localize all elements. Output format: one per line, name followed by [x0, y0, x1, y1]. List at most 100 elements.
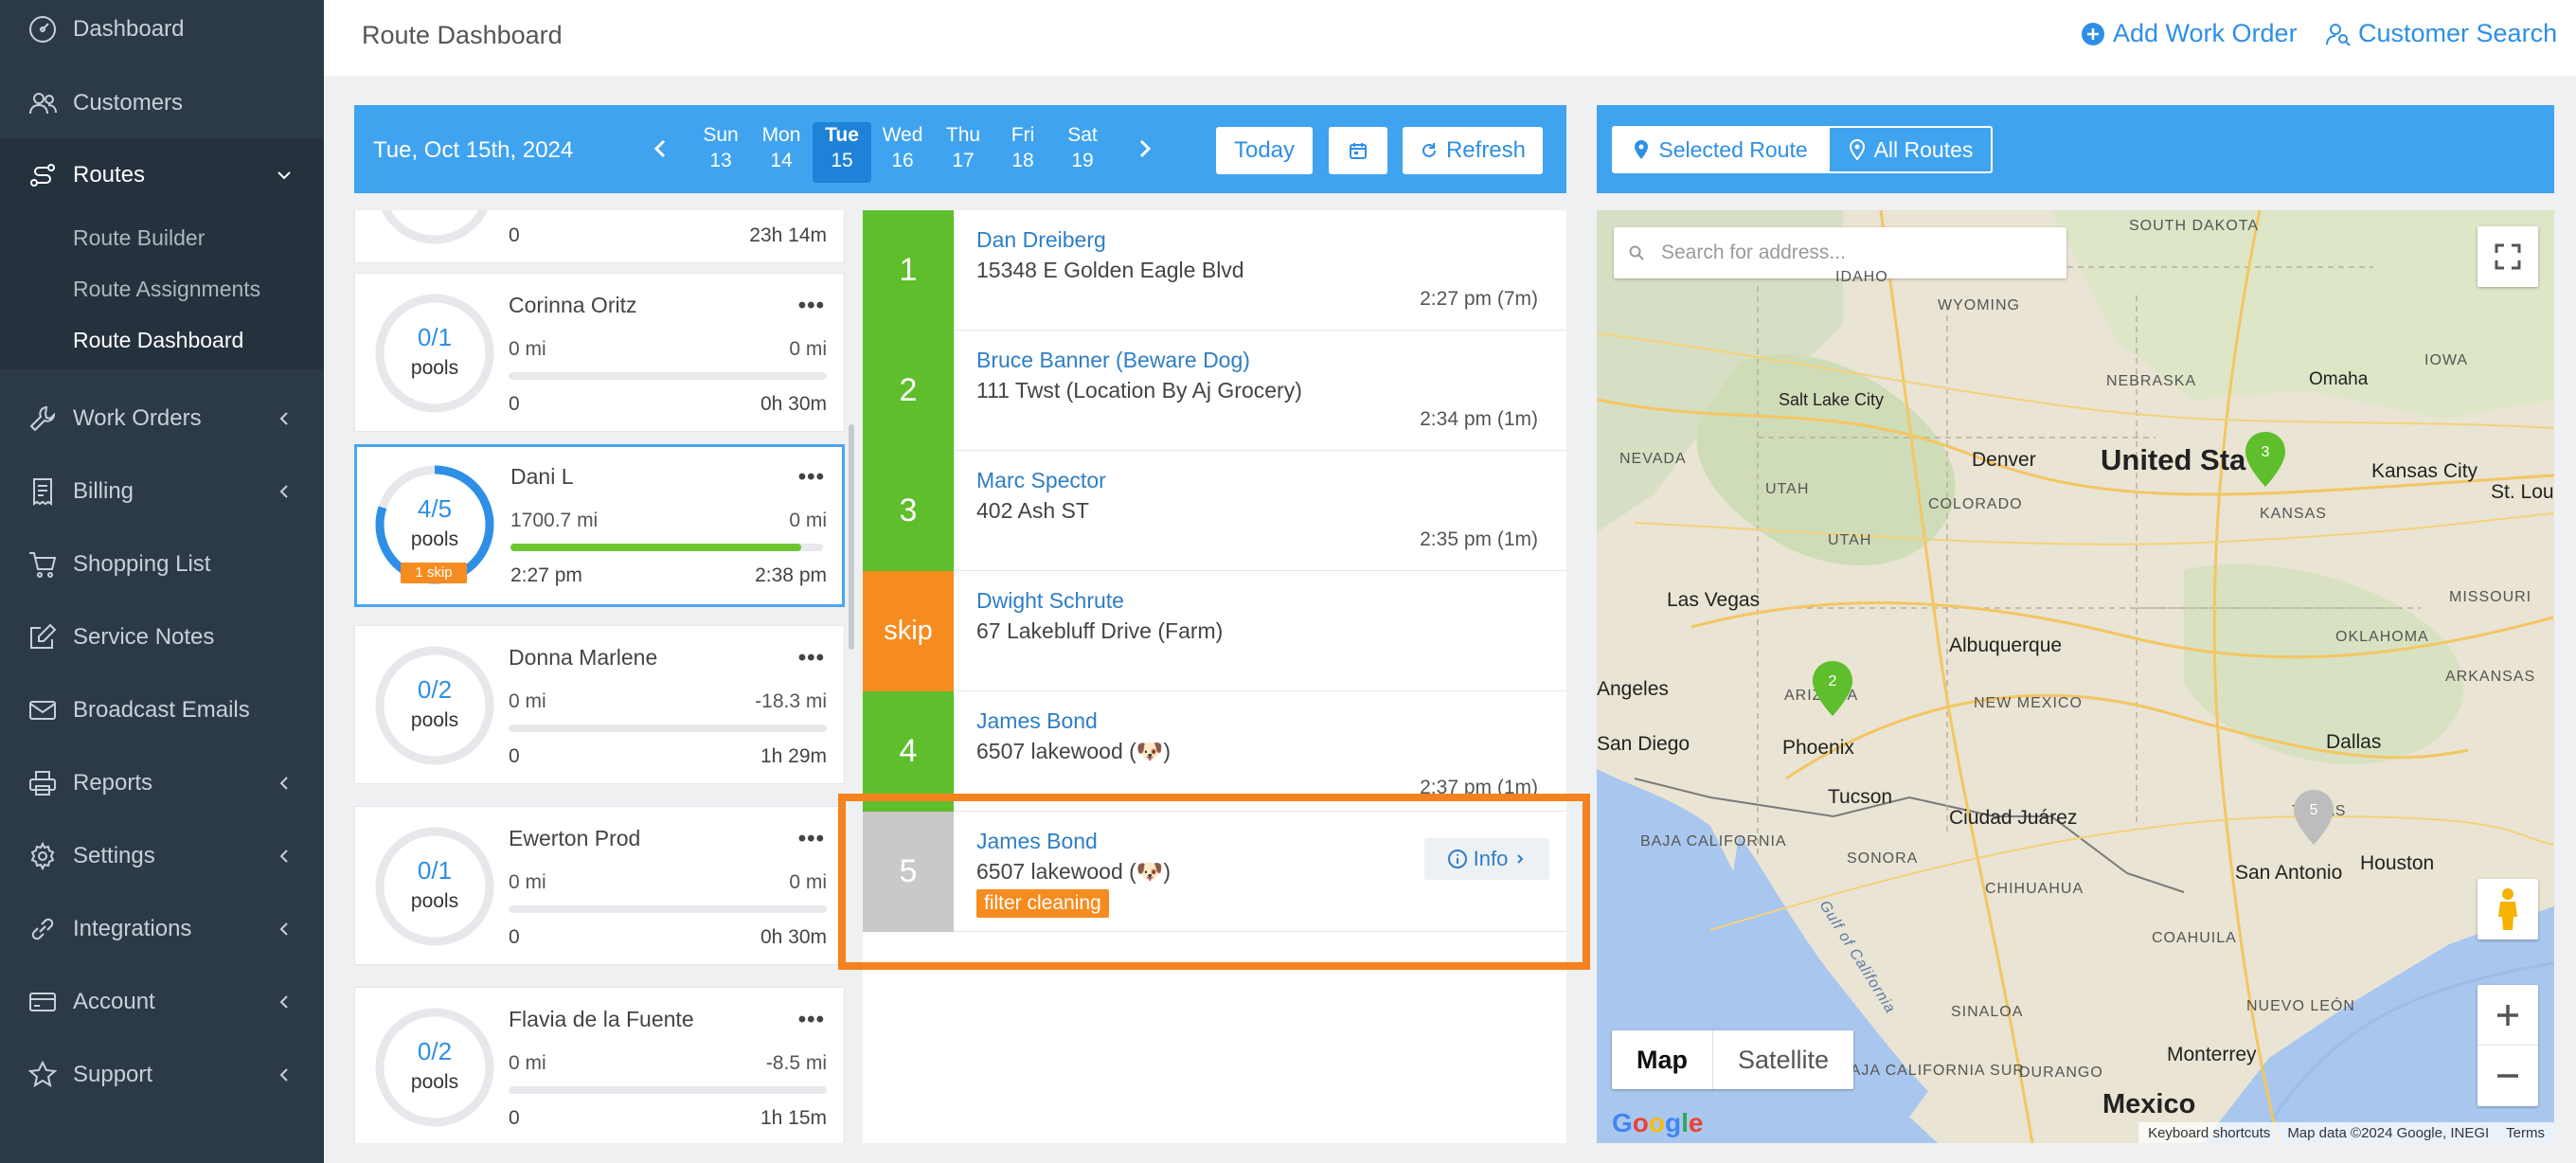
- day-thu[interactable]: Thu 17: [934, 122, 993, 183]
- sidebar-subitem-route-assignments[interactable]: Route Assignments: [73, 277, 260, 302]
- customer-name-link[interactable]: James Bond: [976, 708, 1098, 734]
- sidebar-item-label: Service Notes: [73, 623, 215, 650]
- day-name: Thu: [945, 124, 981, 146]
- pool-count: 4/5: [417, 494, 453, 523]
- sidebar-item-broadcast-emails[interactable]: Broadcast Emails: [0, 673, 324, 746]
- distance-remaining: 0 mi: [789, 510, 827, 531]
- today-button[interactable]: Today: [1216, 127, 1313, 174]
- sidebar-item-label: Billing: [73, 477, 134, 504]
- more-options-icon[interactable]: •••: [798, 826, 825, 852]
- customer-name-link[interactable]: Marc Spector: [976, 468, 1106, 493]
- map-type-satellite[interactable]: Satellite: [1712, 1030, 1853, 1089]
- map-city-label: Las Vegas: [1667, 589, 1761, 611]
- calendar-button[interactable]: [1329, 127, 1387, 174]
- zoom-in-button[interactable]: [2478, 985, 2538, 1046]
- map-city-label: Omaha: [2309, 369, 2369, 389]
- more-options-icon[interactable]: •••: [798, 645, 825, 671]
- map-pin-2[interactable]: 2: [1811, 659, 1854, 718]
- sidebar-item-billing[interactable]: Billing: [0, 455, 324, 528]
- keyboard-shortcuts-link[interactable]: Keyboard shortcuts: [2148, 1125, 2270, 1141]
- sidebar-item-service-notes[interactable]: Service Notes: [0, 600, 324, 673]
- sidebar-item-settings[interactable]: Settings: [0, 819, 324, 892]
- stop-row[interactable]: 1 Dan Dreiberg 15348 E Golden Eagle Blvd…: [863, 210, 1566, 331]
- stop-row[interactable]: 3 Marc Spector 402 Ash ST 2:35 pm (1m): [863, 451, 1566, 571]
- search-icon: [1629, 245, 1644, 260]
- technician-card[interactable]: 0/1 pools Corinna Oritz ••• 0 mi 0 mi 0 …: [354, 273, 845, 432]
- chevron-left-icon: [279, 1067, 288, 1082]
- plus-icon: [2497, 1004, 2518, 1026]
- customer-name-link[interactable]: Dwight Schrute: [976, 588, 1124, 614]
- more-options-icon[interactable]: •••: [798, 1007, 825, 1033]
- street-view-button[interactable]: [2478, 879, 2538, 939]
- distance-remaining: -18.3 mi: [755, 690, 827, 712]
- date-navigation-bar: Tue, Oct 15th, 2024 Sun 13 Mon 14 Tue 15 We…: [354, 105, 1566, 193]
- customer-name-link[interactable]: Bruce Banner (Beware Dog): [976, 348, 1250, 373]
- map-marker-icon: [1635, 140, 1649, 159]
- all-routes-label: All Routes: [1873, 136, 1974, 162]
- technician-card-selected[interactable]: 4/5 pools 1 skip Dani L ••• 1700.7 mi 0 …: [354, 444, 845, 607]
- stop-row[interactable]: 2 Bruce Banner (Beware Dog) 111 Twst (Lo…: [863, 331, 1566, 451]
- route-progress-bar: [510, 544, 823, 551]
- sidebar-item-shopping-list[interactable]: Shopping List: [0, 528, 324, 600]
- zoom-controls: [2478, 985, 2538, 1106]
- map-city-label: San Antonio: [2235, 862, 2343, 884]
- progress-ring: [375, 1008, 494, 1127]
- sidebar-item-routes[interactable]: Routes: [0, 138, 324, 211]
- sidebar-subitem-route-builder[interactable]: Route Builder: [73, 225, 205, 251]
- map-toolbar: Selected Route All Routes: [1597, 105, 2554, 193]
- sidebar-item-customers[interactable]: Customers: [0, 66, 324, 139]
- more-options-icon[interactable]: •••: [798, 464, 825, 491]
- stop-address: 15348 E Golden Eagle Blvd: [976, 258, 1244, 282]
- pool-label: pools: [410, 890, 459, 912]
- skip-badge: 1 skip: [401, 563, 467, 583]
- sidebar-subitem-route-dashboard[interactable]: Route Dashboard: [73, 328, 243, 353]
- map-region-label: CHIHUAHUA: [1985, 881, 2084, 897]
- sidebar-item-work-orders[interactable]: Work Orders: [0, 382, 324, 455]
- google-logo: Google: [1612, 1108, 1704, 1137]
- chevron-left-icon[interactable]: [650, 137, 672, 160]
- map-region-label: UTAH: [1765, 481, 1810, 497]
- day-sun[interactable]: Sun 13: [691, 122, 750, 183]
- edit-icon: [27, 621, 59, 653]
- star-icon: [27, 1059, 59, 1091]
- sidebar-item-dashboard[interactable]: Dashboard: [0, 0, 324, 65]
- customer-search-link[interactable]: Customer Search: [2326, 19, 2557, 48]
- sidebar-item-integrations[interactable]: Integrations: [0, 892, 324, 965]
- user-search-icon: [2326, 23, 2351, 46]
- day-wed[interactable]: Wed 16: [873, 122, 932, 183]
- day-mon[interactable]: Mon 14: [752, 122, 811, 183]
- map-view[interactable]: Search for address... IDAHO UTAH SOUTH D…: [1597, 210, 2554, 1143]
- zoom-out-button[interactable]: [2478, 1046, 2538, 1106]
- map-pin-5[interactable]: 5: [2292, 788, 2335, 847]
- technician-card[interactable]: 0/2 pools Donna Marlene ••• 0 mi -18.3 m…: [354, 625, 845, 784]
- sidebar-item-support[interactable]: Support: [0, 1038, 324, 1111]
- add-work-order-link[interactable]: Add Work Order: [2081, 19, 2298, 48]
- day-fri[interactable]: Fri 18: [993, 122, 1052, 183]
- day-number: 14: [770, 150, 793, 171]
- map-type-map[interactable]: Map: [1612, 1030, 1712, 1089]
- stop-row-skipped[interactable]: skip Dwight Schrute 67 Lakebluff Drive (…: [863, 571, 1566, 691]
- chevron-right-icon[interactable]: [1133, 137, 1155, 160]
- day-number: 15: [831, 150, 853, 171]
- day-sat[interactable]: Sat 19: [1053, 122, 1112, 183]
- terms-link[interactable]: Terms: [2506, 1125, 2545, 1141]
- technician-card[interactable]: 0 23h 14m: [354, 210, 845, 263]
- map-pin-3[interactable]: 3: [2244, 430, 2287, 489]
- fullscreen-button[interactable]: [2478, 226, 2538, 287]
- all-routes-button[interactable]: All Routes: [1828, 126, 1993, 173]
- customer-name-link[interactable]: Dan Dreiberg: [976, 227, 1106, 253]
- search-placeholder: Search for address...: [1661, 242, 1846, 263]
- scrollbar-thumb[interactable]: [849, 424, 854, 650]
- technician-card[interactable]: 0/2 pools Flavia de la Fuente ••• 0 mi -…: [354, 987, 845, 1143]
- day-tue-selected[interactable]: Tue 15: [813, 122, 871, 183]
- more-options-icon[interactable]: •••: [798, 293, 825, 319]
- sidebar-item-account[interactable]: Account: [0, 965, 324, 1038]
- refresh-button[interactable]: Refresh: [1403, 127, 1543, 174]
- map-region-label: MISSOURI: [2449, 589, 2532, 605]
- technician-card[interactable]: 0/1 pools Ewerton Prod ••• 0 mi 0 mi 0 0…: [354, 806, 845, 965]
- sidebar-item-reports[interactable]: Reports: [0, 746, 324, 819]
- selected-route-button[interactable]: Selected Route: [1612, 126, 1828, 173]
- map-region-label: COLORADO: [1928, 496, 2023, 512]
- refresh-label: Refresh: [1445, 137, 1527, 163]
- fullscreen-icon: [2495, 243, 2521, 270]
